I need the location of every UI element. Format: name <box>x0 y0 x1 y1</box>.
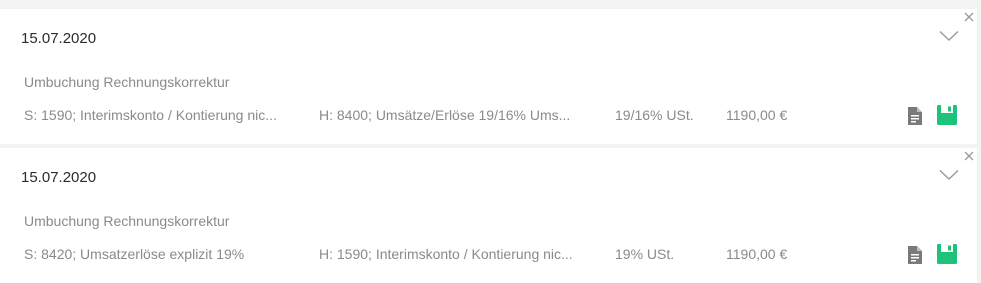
chevron-down-icon[interactable] <box>939 169 959 181</box>
entry-description: Umbuchung Rechnungskorrektur <box>24 74 230 90</box>
entry-details-row: S: 8420; Umsatzerlöse explizit 19% H: 15… <box>0 246 977 266</box>
entry-date: 15.07.2020 <box>21 30 97 47</box>
save-icon[interactable] <box>937 244 957 264</box>
document-icon[interactable] <box>907 245 923 265</box>
amount: 1190,00 € <box>726 107 788 123</box>
amount: 1190,00 € <box>726 246 788 262</box>
document-icon[interactable] <box>907 106 923 126</box>
close-icon[interactable] <box>963 150 975 162</box>
chevron-down-icon[interactable] <box>939 30 959 42</box>
tax-rate: 19% USt. <box>615 246 675 262</box>
booking-entry-card: 15.07.2020 Umbuchung Rechnungskorrektur … <box>0 9 977 144</box>
entry-description: Umbuchung Rechnungskorrektur <box>24 213 230 229</box>
haben-account: H: 1590; Interimskonto / Kontierung nic.… <box>319 246 573 262</box>
entry-details-row: S: 1590; Interimskonto / Kontierung nic.… <box>0 107 977 127</box>
soll-account: S: 8420; Umsatzerlöse explizit 19% <box>24 246 245 262</box>
soll-account: S: 1590; Interimskonto / Kontierung nic.… <box>24 107 277 123</box>
booking-entry-card: 15.07.2020 Umbuchung Rechnungskorrektur … <box>0 148 977 283</box>
save-icon[interactable] <box>937 105 957 125</box>
tax-rate: 19/16% USt. <box>615 107 694 123</box>
entry-date: 15.07.2020 <box>21 169 97 186</box>
close-icon[interactable] <box>963 11 975 23</box>
haben-account: H: 8400; Umsätze/Erlöse 19/16% Ums... <box>319 107 571 123</box>
